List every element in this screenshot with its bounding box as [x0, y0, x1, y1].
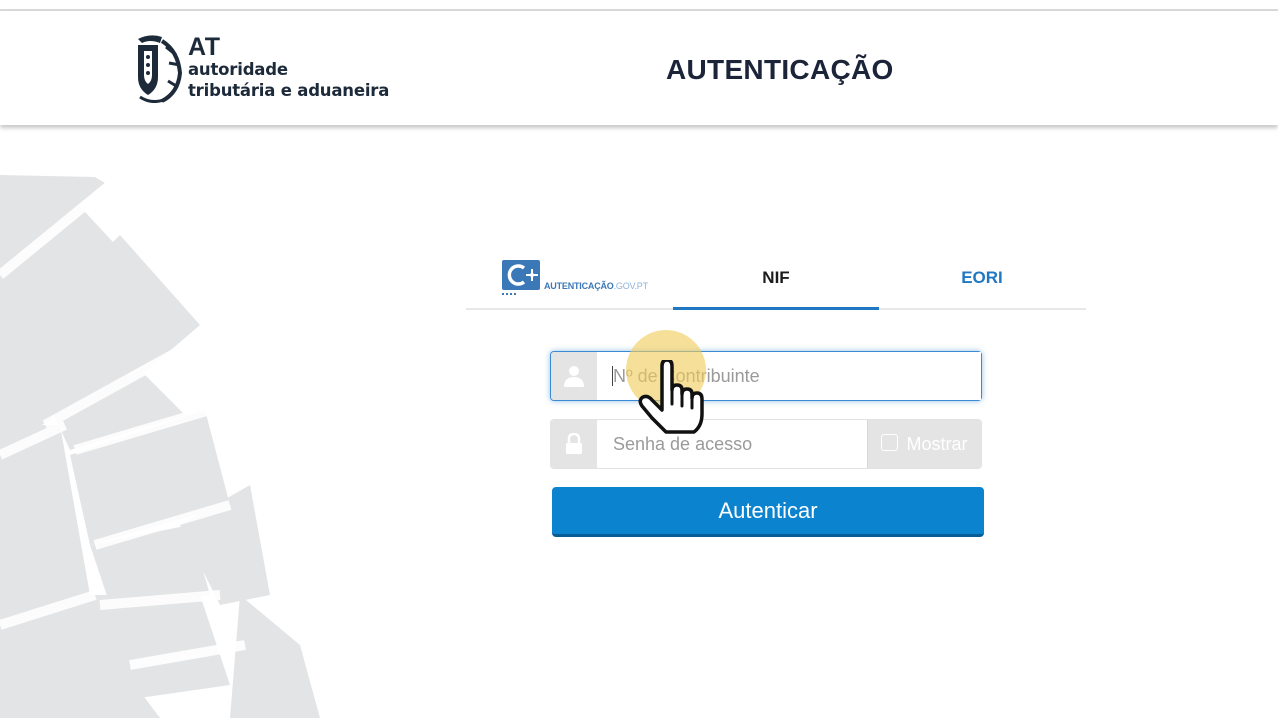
tab-active-indicator — [673, 307, 879, 310]
login-page: AT autoridade tributária e aduaneira AUT… — [0, 0, 1278, 718]
hand-pointer-icon — [638, 360, 704, 434]
user-icon — [551, 352, 597, 400]
tab-eori[interactable]: EORI — [879, 248, 1085, 308]
logo-text: AT autoridade tributária e aduaneira — [188, 35, 389, 101]
portugal-shield-icon — [138, 35, 183, 103]
logo-line-2: tributária e aduaneira — [188, 81, 390, 100]
show-password-toggle[interactable]: Mostrar — [867, 420, 981, 468]
lock-icon — [551, 420, 597, 468]
autenticacao-gov-icon — [502, 260, 540, 295]
password-field-group: Mostrar — [550, 419, 982, 469]
text-caret — [612, 366, 613, 386]
autenticar-button[interactable]: Autenticar — [552, 487, 984, 537]
gov-tab-label: AUTENTICAÇÃO.GOV.PT — [544, 281, 648, 291]
show-password-checkbox[interactable] — [881, 433, 899, 451]
show-password-label: Mostrar — [906, 433, 968, 454]
nif-field-group — [550, 351, 982, 401]
auth-tabs: AUTENTICAÇÃO.GOV.PT NIF EORI — [466, 248, 1086, 310]
background-emblem-icon — [0, 175, 320, 718]
header: AT autoridade tributária e aduaneira AUT… — [0, 11, 1278, 125]
page-title: AUTENTICAÇÃO — [666, 54, 894, 85]
at-logo[interactable]: AT autoridade tributária e aduaneira — [136, 33, 396, 105]
tab-nif[interactable]: NIF — [673, 248, 879, 308]
logo-abbr: AT — [188, 33, 221, 61]
tab-autenticacao-gov[interactable]: AUTENTICAÇÃO.GOV.PT — [466, 248, 672, 308]
logo-line-1: autoridade — [188, 60, 288, 79]
